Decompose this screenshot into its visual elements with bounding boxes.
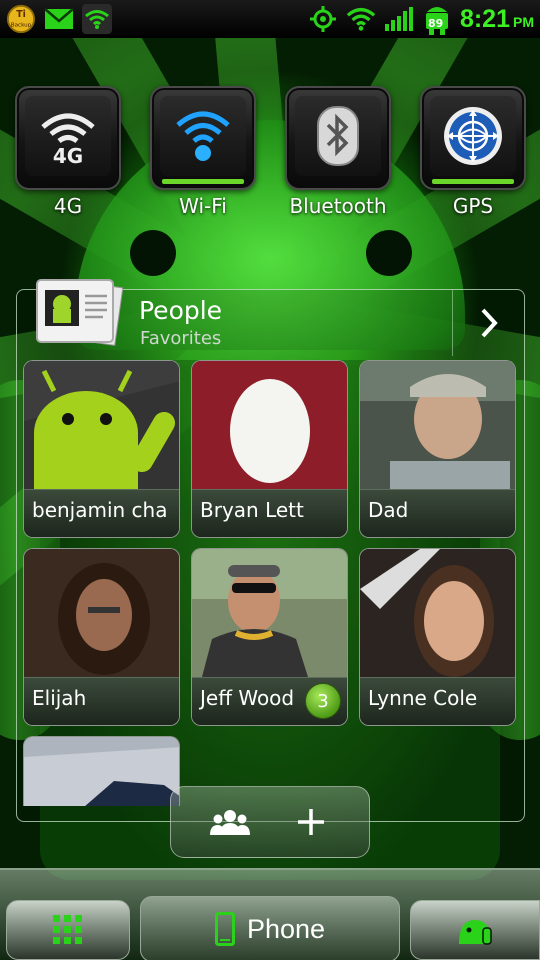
add-icon	[297, 809, 324, 835]
backup-icon: Ti Backup	[6, 4, 36, 34]
toggle-label: GPS	[452, 194, 494, 218]
settings-toggles: 4G 4G Wi-Fi Bluetooth GPS	[0, 86, 540, 226]
toggle-4g[interactable]: 4G 4G	[15, 86, 121, 218]
contact-card[interactable]: Bryan Lett	[191, 360, 348, 538]
clock-time: 8:21	[459, 4, 510, 33]
phone-icon	[214, 912, 235, 946]
contact-photo	[24, 737, 179, 806]
4g-icon: 4G	[25, 96, 111, 176]
chevron-right-icon	[481, 308, 498, 338]
wifi-status-icon	[82, 4, 112, 34]
gps-icon	[430, 96, 516, 176]
add-contact-button[interactable]	[281, 792, 341, 852]
groups-button[interactable]	[200, 792, 260, 852]
gps-status-icon	[308, 4, 338, 34]
toggle-wifi[interactable]: Wi-Fi	[150, 86, 256, 218]
toggle-label: Wi-Fi	[179, 194, 227, 218]
battery-icon: 89	[422, 4, 452, 35]
contact-photo	[360, 361, 515, 489]
contact-card[interactable]: Jeff Wood 3	[191, 548, 348, 726]
app-drawer-button[interactable]	[6, 900, 130, 960]
clock-ampm: PM	[513, 13, 534, 30]
clock: 8:21 PM	[460, 5, 534, 34]
toggle-label: Bluetooth	[289, 194, 387, 218]
status-bar: Ti Backup 89 8:21 PM	[0, 0, 540, 38]
battery-level: 89	[427, 17, 444, 30]
people-app-icon	[33, 276, 124, 348]
contact-name: Dad	[360, 489, 515, 537]
contact-card[interactable]: Elijah	[23, 548, 180, 726]
contact-card[interactable]: Lynne Cole	[359, 548, 516, 726]
wifi-icon	[160, 96, 246, 176]
groups-icon	[209, 810, 250, 835]
svg-text:Ti: Ti	[16, 9, 26, 20]
mail-icon	[44, 4, 74, 34]
contact-card[interactable]: Dad	[359, 360, 516, 538]
contact-name: Bryan Lett	[192, 489, 347, 537]
people-more-button[interactable]	[452, 290, 524, 356]
toggle-label: 4G	[53, 194, 83, 218]
people-title: People	[139, 296, 223, 325]
svg-text:Backup: Backup	[11, 23, 32, 29]
contact-name: Elijah	[24, 677, 179, 725]
cell-signal-icon	[384, 4, 414, 34]
phone-label: Phone	[246, 913, 326, 944]
contact-badge: 3	[305, 683, 341, 719]
toggle-bluetooth[interactable]: Bluetooth	[285, 86, 391, 218]
dock: Phone	[0, 868, 540, 960]
contact-photo	[360, 549, 515, 677]
apps-grid-icon	[53, 915, 82, 944]
contact-photo	[24, 549, 179, 677]
contact-name: Lynne Cole	[360, 677, 515, 725]
contact-photo	[24, 361, 179, 489]
contact-card[interactable]	[23, 736, 180, 806]
phone-button[interactable]: Phone	[140, 896, 400, 960]
people-subtitle: Favorites	[140, 328, 222, 349]
toggle-gps[interactable]: GPS	[420, 86, 526, 218]
android-settings-button[interactable]	[410, 900, 540, 960]
contact-card[interactable]: benjamin cha	[23, 360, 180, 538]
people-header[interactable]: People Favorites	[17, 279, 524, 356]
bluetooth-icon	[295, 96, 381, 176]
contact-photo	[192, 361, 347, 489]
contact-photo	[192, 549, 347, 677]
android-settings-icon	[459, 920, 492, 945]
people-widget: People Favorites benjamin cha Bryan Lett…	[16, 279, 525, 822]
contact-name: benjamin cha	[24, 489, 179, 537]
svg-text:4G: 4G	[53, 144, 83, 167]
wifi-signal-icon	[346, 4, 376, 34]
people-actions	[170, 786, 370, 858]
